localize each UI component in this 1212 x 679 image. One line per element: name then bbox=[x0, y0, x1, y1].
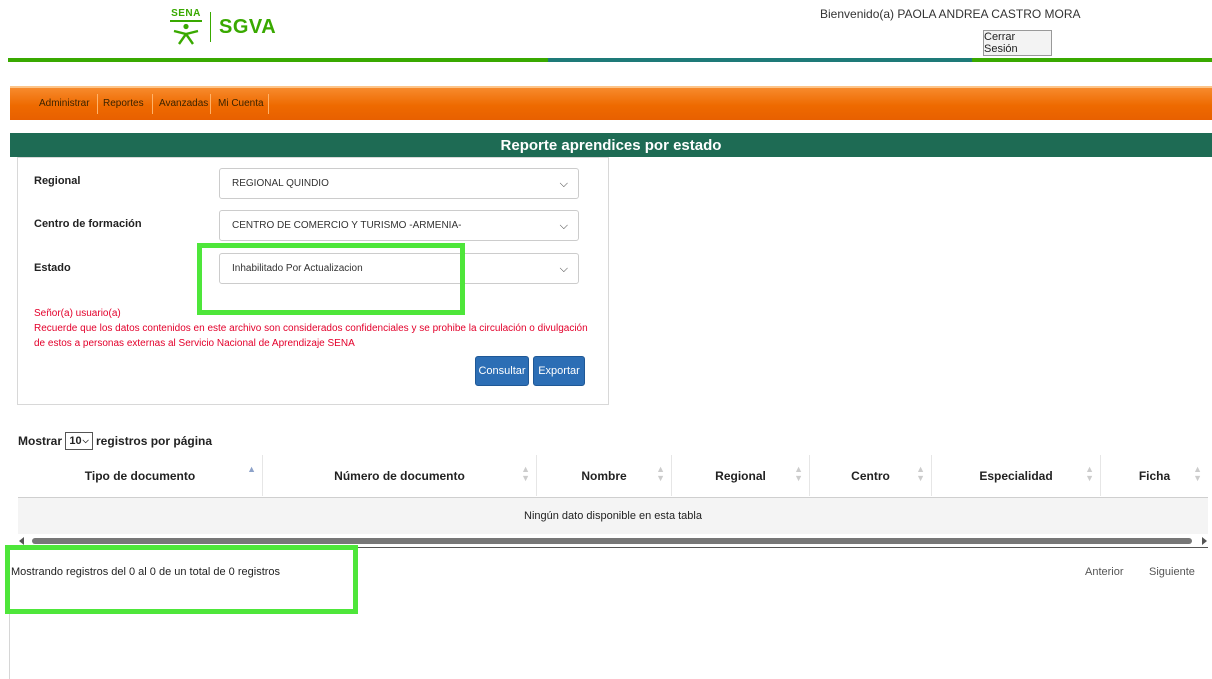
centro-label: Centro de formación bbox=[34, 218, 142, 230]
column-label: Especialidad bbox=[979, 468, 1053, 483]
column-header-especialidad[interactable]: Especialidad ▲ ▼ bbox=[932, 455, 1100, 496]
empty-table-row: Ningún dato disponible en esta tabla bbox=[18, 497, 1208, 534]
consultar-button[interactable]: Consultar bbox=[475, 356, 529, 386]
header-stripe-teal bbox=[548, 58, 972, 62]
warning-title: Señor(a) usuario(a) bbox=[34, 308, 121, 319]
column-header-nombre[interactable]: Nombre ▲ ▼ bbox=[537, 455, 671, 496]
exportar-button[interactable]: Exportar bbox=[533, 356, 585, 386]
page-length-prefix: Mostrar bbox=[18, 434, 63, 448]
filter-form: Regional REGIONAL QUINDIO ⌵ Centro de fo… bbox=[17, 157, 609, 405]
centro-select[interactable]: CENTRO DE COMERCIO Y TURISMO -ARMENIA- ⌵ bbox=[219, 210, 579, 241]
menu-separator bbox=[152, 94, 153, 114]
column-label: Número de documento bbox=[334, 468, 465, 483]
header-stripe-green-right bbox=[972, 58, 1212, 62]
estado-select-value: Inhabilitado Por Actualizacion bbox=[232, 263, 363, 274]
sena-logo-icon: SENA bbox=[168, 8, 204, 46]
sort-icon: ▲ ▼ bbox=[916, 464, 925, 483]
menu-item-mi-cuenta[interactable]: Mi Cuenta bbox=[218, 98, 264, 109]
menu-item-avanzadas[interactable]: Avanzadas bbox=[159, 98, 208, 109]
page-length-value: 10 bbox=[69, 435, 82, 447]
page-title: Reporte aprendices por estado bbox=[10, 133, 1212, 157]
column-label: Centro bbox=[851, 468, 890, 483]
pagination-previous[interactable]: Anterior bbox=[1085, 566, 1124, 578]
page-length-suffix: registros por página bbox=[96, 434, 213, 448]
pagination-next[interactable]: Siguiente bbox=[1149, 566, 1195, 578]
column-header-regional[interactable]: Regional ▲ ▼ bbox=[672, 455, 809, 496]
content-border bbox=[9, 560, 10, 679]
estado-select[interactable]: Inhabilitado Por Actualizacion ⌵ bbox=[219, 253, 579, 284]
sort-icon: ▲ ▼ bbox=[656, 464, 665, 483]
sort-icon: ▲ ▼ bbox=[1193, 464, 1202, 483]
column-label: Ficha bbox=[1138, 468, 1171, 483]
warning-line-2: de estos a personas externas al Servicio… bbox=[34, 338, 355, 349]
logout-button[interactable]: Cerrar Sesión bbox=[983, 30, 1052, 56]
chevron-down-icon: ⌵ bbox=[82, 436, 89, 445]
sena-logo-group: SENA SGVA bbox=[168, 8, 276, 46]
header-stripe-green bbox=[8, 58, 548, 62]
regional-label: Regional bbox=[34, 175, 81, 187]
menu-separator bbox=[210, 94, 211, 114]
centro-select-value: CENTRO DE COMERCIO Y TURISMO -ARMENIA- bbox=[232, 220, 462, 231]
results-table-header: Tipo de documento ▲ Número de documento … bbox=[18, 455, 1208, 496]
warning-line-1: Recuerde que los datos contenidos en est… bbox=[34, 323, 588, 334]
page-length-control: Mostrar 10 ⌵ registros por página bbox=[18, 432, 212, 450]
column-header-ficha[interactable]: Ficha ▲ ▼ bbox=[1101, 455, 1208, 496]
regional-select[interactable]: REGIONAL QUINDIO ⌵ bbox=[219, 168, 579, 199]
sort-asc-icon: ▲ bbox=[247, 464, 256, 474]
column-label: Nombre bbox=[581, 468, 627, 483]
estado-label: Estado bbox=[34, 262, 71, 274]
chevron-down-icon: ⌵ bbox=[559, 263, 568, 275]
chevron-down-icon: ⌵ bbox=[559, 178, 568, 190]
table-bottom-border bbox=[18, 547, 1208, 548]
page-length-select[interactable]: 10 ⌵ bbox=[65, 432, 94, 450]
column-header-numero-documento[interactable]: Número de documento ▲ ▼ bbox=[263, 455, 536, 496]
app-name: SGVA bbox=[219, 15, 277, 38]
table-info: Mostrando registros del 0 al 0 de un tot… bbox=[11, 566, 281, 578]
menu-separator bbox=[268, 94, 269, 114]
column-header-tipo-documento[interactable]: Tipo de documento ▲ bbox=[18, 455, 262, 496]
menu-item-administrar[interactable]: Administrar bbox=[39, 98, 90, 109]
regional-select-value: REGIONAL QUINDIO bbox=[232, 178, 329, 189]
horizontal-scrollbar[interactable] bbox=[18, 534, 1208, 546]
column-label: Regional bbox=[715, 468, 766, 483]
app-header: SENA SGVA Bienvenido(a) PAOLA ANDREA CAS… bbox=[0, 0, 1212, 64]
logo-divider bbox=[210, 12, 211, 42]
menu-item-reportes[interactable]: Reportes bbox=[103, 98, 144, 109]
sort-icon: ▲ ▼ bbox=[1085, 464, 1094, 483]
highlight-box-info bbox=[5, 545, 358, 614]
sort-icon: ▲ ▼ bbox=[521, 464, 530, 483]
main-menu: Administrar Reportes Avanzadas Mi Cuenta bbox=[10, 86, 1212, 120]
menu-separator bbox=[97, 94, 98, 114]
column-header-centro[interactable]: Centro ▲ ▼ bbox=[810, 455, 931, 496]
welcome-text: Bienvenido(a) PAOLA ANDREA CASTRO MORA bbox=[820, 7, 1081, 21]
column-label: Tipo de documento bbox=[84, 468, 196, 483]
sort-icon: ▲ ▼ bbox=[794, 464, 803, 483]
chevron-down-icon: ⌵ bbox=[559, 220, 568, 232]
